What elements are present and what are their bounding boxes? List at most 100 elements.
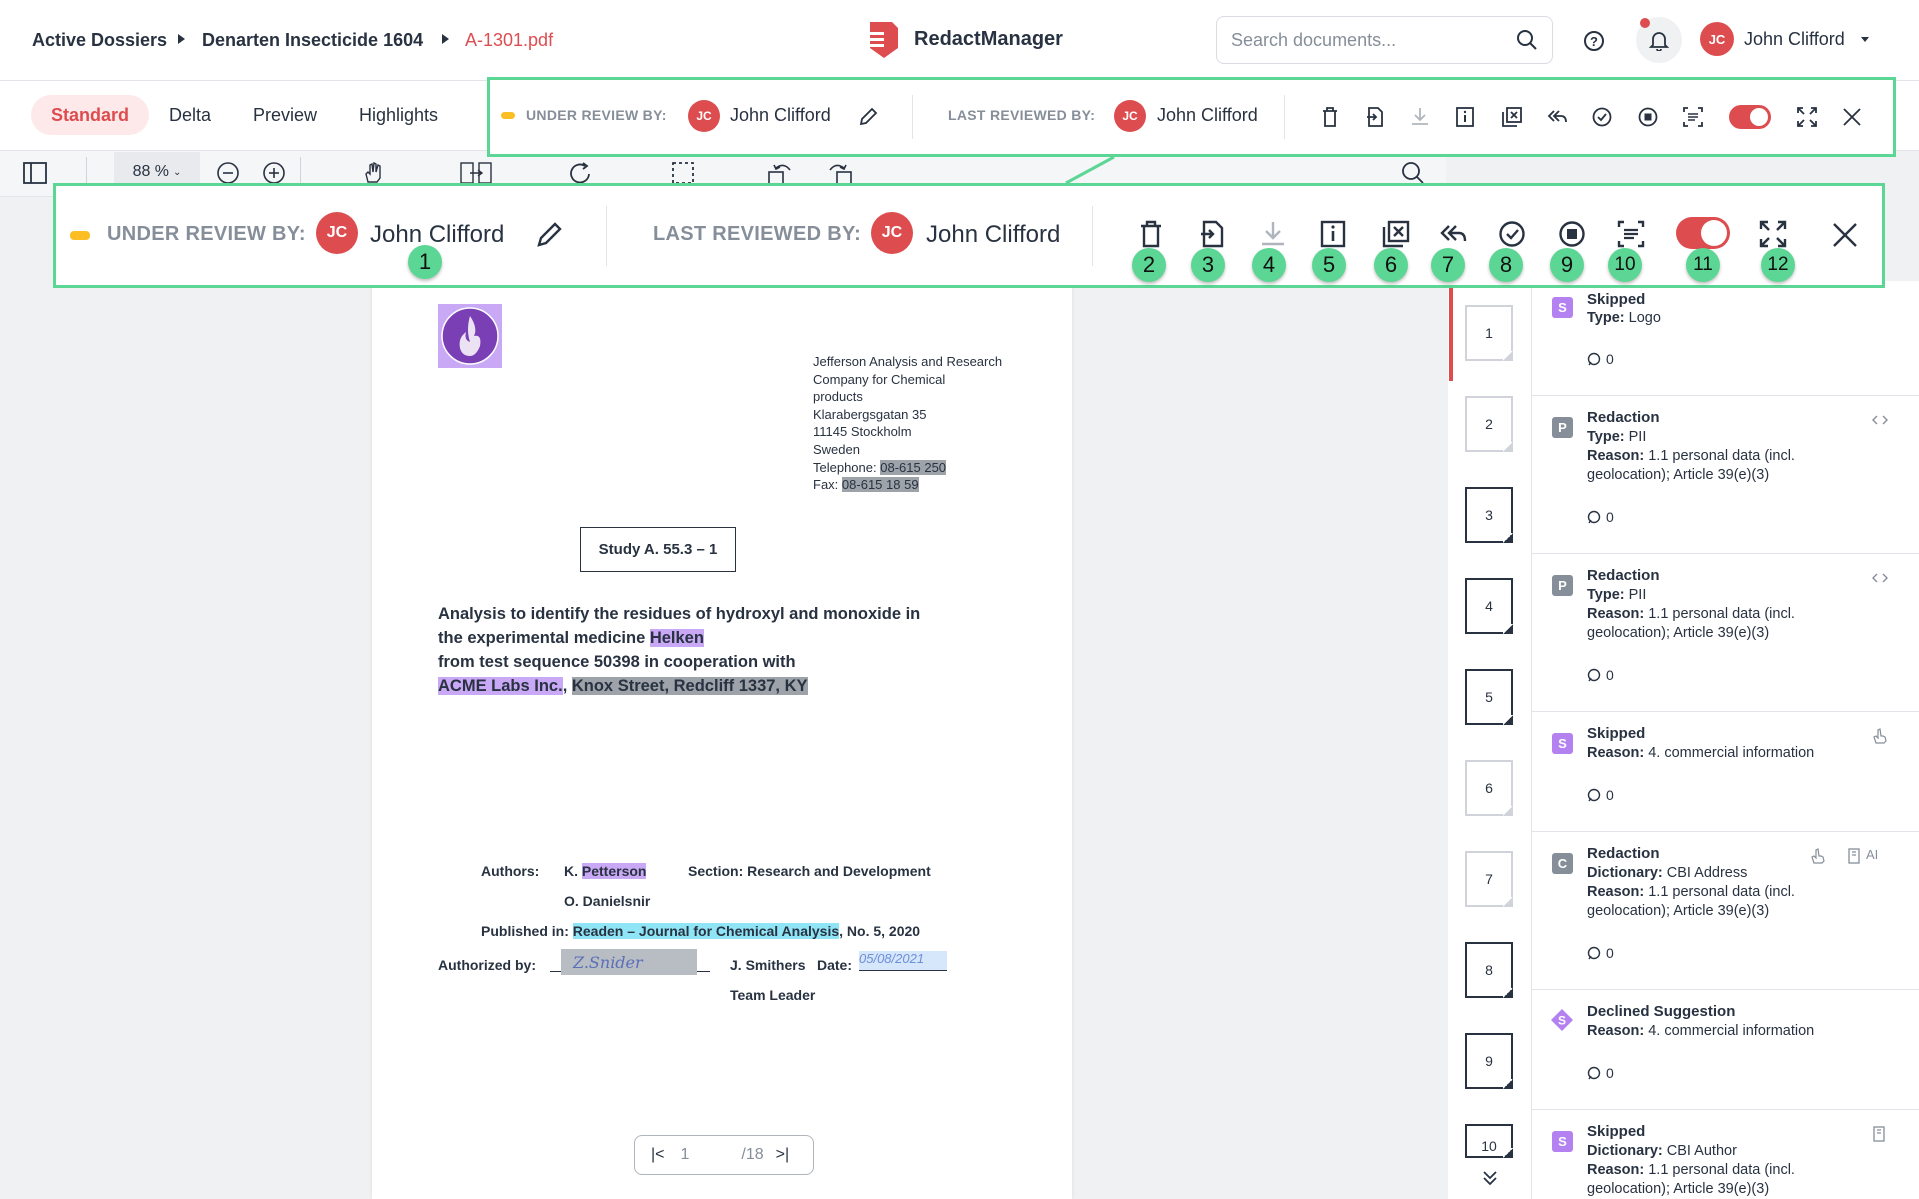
help-icon[interactable]: ? — [1582, 29, 1606, 53]
code-icon[interactable] — [1872, 413, 1888, 427]
search-input[interactable] — [1231, 29, 1511, 51]
annotation-item[interactable]: C Redaction AI Dictionary: CBI Address R… — [1532, 832, 1919, 990]
user-menu[interactable]: JC John Clifford — [1700, 22, 1869, 56]
flame-logo-icon — [441, 307, 499, 365]
highlight-petterson[interactable]: Petterson — [581, 863, 647, 879]
date-label: Date: — [817, 957, 853, 973]
redacted-telephone[interactable]: 08-615 250 — [880, 459, 947, 475]
fullscreen-icon[interactable] — [1796, 106, 1818, 128]
thumbnail-page[interactable]: 4 — [1465, 578, 1513, 634]
app-logo[interactable]: RedactManager — [860, 18, 1063, 60]
info-icon[interactable] — [1319, 219, 1347, 249]
breadcrumb-active-dossiers[interactable]: Active Dossiers — [32, 0, 167, 81]
toggle-switch[interactable] — [1729, 105, 1771, 129]
tab-delta[interactable]: Delta — [149, 95, 231, 135]
close-icon[interactable] — [1831, 221, 1859, 249]
status-bar-indicator — [501, 112, 515, 119]
under-review-label: UNDER REVIEW BY: — [107, 223, 306, 245]
comments-count[interactable]: 0 — [1587, 787, 1614, 803]
tab-standard[interactable]: Standard — [31, 95, 150, 135]
tab-highlights[interactable]: Highlights — [339, 95, 458, 135]
assign-icon[interactable] — [1198, 219, 1226, 249]
undo-all-icon[interactable] — [1438, 219, 1468, 249]
last-page-icon[interactable]: >| — [776, 1146, 790, 1164]
exclude-pages-icon[interactable] — [1381, 219, 1411, 249]
team-leader: Team Leader — [730, 987, 816, 1003]
dictionary-icon[interactable] — [1872, 1126, 1886, 1142]
thumbnail-page[interactable]: 1 — [1465, 305, 1513, 361]
delete-icon[interactable] — [1320, 106, 1340, 128]
hand-pointer-icon[interactable] — [1810, 847, 1826, 865]
callout-number: 11 — [1686, 248, 1720, 282]
delete-icon[interactable] — [1138, 219, 1164, 249]
edit-pencil-icon[interactable] — [857, 106, 879, 128]
annotation-item[interactable]: S Skipped Type: Logo 0 — [1532, 285, 1919, 396]
highlight-date[interactable]: 05/08/2021 — [859, 951, 947, 971]
toggle-switch[interactable] — [1676, 217, 1730, 249]
search-box[interactable] — [1216, 16, 1553, 64]
redacted-signature[interactable]: Z.Snider — [561, 949, 697, 975]
annotation-title: Skipped — [1587, 291, 1646, 308]
annotation-item[interactable]: S Declined Suggestion Reason: 4. commerc… — [1532, 990, 1919, 1110]
download-icon[interactable] — [1259, 219, 1287, 249]
stop-icon[interactable] — [1557, 219, 1587, 249]
first-page-icon[interactable]: |< — [651, 1146, 665, 1164]
breadcrumb-dossier[interactable]: Denarten Insecticide 1604 — [202, 0, 423, 81]
thumbnail-page[interactable]: 9 — [1465, 1033, 1513, 1089]
comments-count[interactable]: 0 — [1587, 945, 1614, 961]
edit-pencil-icon[interactable] — [534, 220, 564, 250]
callout-number: 8 — [1489, 248, 1523, 282]
redacted-address[interactable]: Knox Street, Redcliff 1337, KY — [571, 677, 808, 695]
annotation-item[interactable]: P Redaction Type: PII Reason: 1.1 person… — [1532, 396, 1919, 554]
exclude-pages-icon[interactable] — [1501, 106, 1523, 128]
ocr-scan-icon[interactable] — [1616, 219, 1646, 249]
code-icon[interactable] — [1872, 571, 1888, 585]
thumbnail-page[interactable]: 10 — [1465, 1124, 1513, 1158]
download-icon[interactable] — [1410, 106, 1430, 128]
divider — [606, 206, 607, 266]
thumbnail-page[interactable]: 3 — [1465, 487, 1513, 543]
close-icon[interactable] — [1841, 106, 1863, 128]
page-number-input[interactable]: 1 — [681, 1146, 690, 1164]
approve-icon[interactable] — [1591, 106, 1613, 128]
comments-count[interactable]: 0 — [1587, 509, 1614, 525]
search-icon[interactable] — [1516, 29, 1538, 51]
scroll-down-icon[interactable] — [1480, 1168, 1500, 1188]
thumbnail-page[interactable]: 7 — [1465, 851, 1513, 907]
tab-preview[interactable]: Preview — [233, 95, 337, 135]
undo-all-icon[interactable] — [1546, 106, 1568, 128]
thumbnail-page[interactable]: 5 — [1465, 669, 1513, 725]
annotation-item[interactable]: P Redaction Type: PII Reason: 1.1 person… — [1532, 554, 1919, 712]
annotation-item[interactable]: S Skipped Dictionary: CBI Author Reason:… — [1532, 1110, 1919, 1199]
redacted-fax[interactable]: 08-615 18 59 — [841, 477, 919, 493]
comments-count[interactable]: 0 — [1587, 351, 1614, 367]
fullscreen-icon[interactable] — [1758, 219, 1788, 249]
breadcrumb-file[interactable]: A-1301.pdf — [465, 0, 553, 81]
sidebar-toggle-icon[interactable] — [22, 160, 48, 186]
stop-icon[interactable] — [1637, 106, 1659, 128]
comment-icon — [1587, 1066, 1601, 1080]
annotation-item[interactable]: S Skipped Reason: 4. commercial informat… — [1532, 712, 1919, 832]
last-reviewer-avatar: JC — [871, 212, 913, 254]
notifications-button[interactable] — [1636, 17, 1682, 63]
notification-dot — [1640, 18, 1650, 28]
hand-pointer-icon[interactable] — [1872, 727, 1888, 745]
svg-text:?: ? — [1590, 34, 1598, 49]
info-icon[interactable] — [1455, 106, 1475, 128]
ocr-scan-icon[interactable] — [1682, 106, 1704, 128]
highlight-helken[interactable]: Helken — [649, 629, 704, 647]
highlight-journal[interactable]: Readen – Journal for Chemical Analysis — [572, 923, 840, 939]
thumbnail-page[interactable]: 8 — [1465, 942, 1513, 998]
dictionary-icon[interactable] — [1847, 848, 1861, 864]
highlight-acme[interactable]: ACME Labs Inc. — [438, 677, 563, 695]
comment-icon — [1587, 946, 1601, 960]
comments-count[interactable]: 0 — [1587, 1065, 1614, 1081]
callout-connector — [1065, 155, 1115, 185]
thumbnail-page[interactable]: 2 — [1465, 396, 1513, 452]
thumbnail-page[interactable]: 6 — [1465, 760, 1513, 816]
assign-icon[interactable] — [1365, 106, 1385, 128]
callout-number: 7 — [1431, 248, 1465, 282]
comments-count[interactable]: 0 — [1587, 667, 1614, 683]
approve-icon[interactable] — [1497, 219, 1527, 249]
callout-number: 3 — [1191, 248, 1225, 282]
